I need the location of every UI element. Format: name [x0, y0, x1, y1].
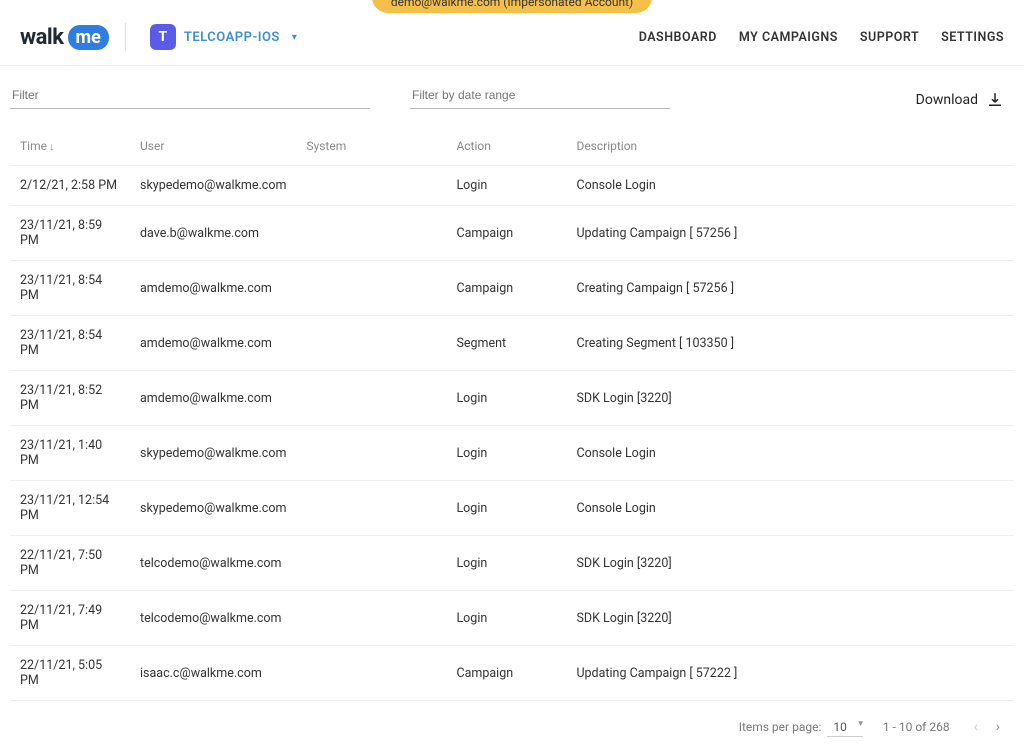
cell-action: Login [446, 166, 566, 206]
cell-time: 23/11/21, 8:54 PM [10, 261, 130, 316]
cell-system [296, 646, 446, 701]
logo-bubble: me [68, 25, 109, 50]
logo[interactable]: walkme [20, 25, 109, 50]
cell-action: Login [446, 481, 566, 536]
cell-time: 23/11/21, 1:40 PM [10, 426, 130, 481]
cell-system [296, 481, 446, 536]
prev-page-button[interactable]: ‹ [970, 715, 982, 739]
cell-action: Login [446, 371, 566, 426]
filter-text-input[interactable] [10, 82, 370, 109]
cell-action: Login [446, 591, 566, 646]
table-row: 23/11/21, 12:54 PMskypedemo@walkme.com Lo… [10, 481, 1014, 536]
cell-time: 22/11/21, 7:49 PM [10, 591, 130, 646]
cell-action: Login [446, 426, 566, 481]
cell-user: skypedemo@walkme.com [130, 166, 296, 206]
cell-action: Campaign [446, 646, 566, 701]
cell-system [296, 166, 446, 206]
table-row: 23/11/21, 8:52 PMamdemo@walkme.com LoginS… [10, 371, 1014, 426]
table-row: 2/12/21, 2:58 PMskypedemo@walkme.com Logi… [10, 166, 1014, 206]
col-action-header[interactable]: Action [446, 127, 566, 166]
cell-user: skypedemo@walkme.com [130, 426, 296, 481]
table-row: 22/11/21, 7:49 PMtelcodemo@walkme.com Log… [10, 591, 1014, 646]
filter-bar: Download [10, 82, 1014, 119]
main-nav: DASHBOARD MY CAMPAIGNS SUPPORT SETTINGS [639, 30, 1004, 45]
nav-my-campaigns[interactable]: MY CAMPAIGNS [739, 30, 838, 45]
cell-action: Campaign [446, 261, 566, 316]
topbar: walkme T TELCOAPP-IOS ▾ DASHBOARD MY CAM… [0, 13, 1024, 66]
cell-time: 23/11/21, 8:59 PM [10, 206, 130, 261]
nav-settings[interactable]: SETTINGS [941, 30, 1004, 45]
nav-dashboard[interactable]: DASHBOARD [639, 30, 717, 45]
cell-user: amdemo@walkme.com [130, 261, 296, 316]
col-user-header[interactable]: User [130, 127, 296, 166]
table-row: 23/11/21, 1:40 PMskypedemo@walkme.com Log… [10, 426, 1014, 481]
download-button[interactable]: Download [916, 91, 1014, 109]
cell-description: SDK Login [3220] [566, 591, 1014, 646]
cell-time: 2/12/21, 2:58 PM [10, 166, 130, 206]
next-page-button[interactable]: › [992, 715, 1004, 739]
app-badge: T [150, 24, 176, 50]
cell-description: SDK Login [3220] [566, 371, 1014, 426]
cell-user: amdemo@walkme.com [130, 371, 296, 426]
cell-action: Segment [446, 316, 566, 371]
cell-system [296, 206, 446, 261]
page-range: 1 - 10 of 268 [883, 720, 950, 734]
cell-time: 22/11/21, 5:05 PM [10, 646, 130, 701]
cell-user: telcodemo@walkme.com [130, 591, 296, 646]
app-name: TELCOAPP-IOS [184, 30, 280, 45]
page-size-label: Items per page: [739, 720, 822, 734]
cell-description: Updating Campaign [ 57222 ] [566, 646, 1014, 701]
nav-support[interactable]: SUPPORT [860, 30, 919, 45]
cell-system [296, 591, 446, 646]
col-system-header[interactable]: System [296, 127, 446, 166]
table-row: 23/11/21, 8:59 PMdave.b@walkme.com Campai… [10, 206, 1014, 261]
cell-time: 23/11/21, 8:54 PM [10, 316, 130, 371]
filter-date-input[interactable] [410, 82, 670, 109]
separator [125, 23, 126, 51]
cell-system [296, 316, 446, 371]
activity-table: Time↓ User System Action Description 2/1… [10, 127, 1014, 701]
cell-user: dave.b@walkme.com [130, 206, 296, 261]
cell-time: 23/11/21, 12:54 PM [10, 481, 130, 536]
table-row: 23/11/21, 8:54 PMamdemo@walkme.com Segmen… [10, 316, 1014, 371]
table-header-row: Time↓ User System Action Description [10, 127, 1014, 166]
cell-user: amdemo@walkme.com [130, 316, 296, 371]
download-icon [986, 91, 1004, 109]
cell-time: 23/11/21, 8:52 PM [10, 371, 130, 426]
cell-description: Creating Segment [ 103350 ] [566, 316, 1014, 371]
page-size-picker[interactable]: Items per page: 10 [739, 718, 863, 737]
table-row: 22/11/21, 5:05 PMisaac.c@walkme.com Campa… [10, 646, 1014, 701]
sort-desc-icon: ↓ [49, 140, 55, 153]
app-picker[interactable]: T TELCOAPP-IOS ▾ [142, 24, 297, 50]
cell-description: Creating Campaign [ 57256 ] [566, 261, 1014, 316]
logo-text: walk [20, 25, 64, 50]
col-description-header[interactable]: Description [566, 127, 1014, 166]
download-label: Download [916, 92, 978, 108]
impersonation-banner: demo@walkme.com (Impersonated Account) [372, 0, 652, 13]
cell-description: Console Login [566, 166, 1014, 206]
table-row: 23/11/21, 8:54 PMamdemo@walkme.com Campai… [10, 261, 1014, 316]
cell-description: Console Login [566, 481, 1014, 536]
paginator: Items per page: 10 1 - 10 of 268 ‹ › [10, 701, 1014, 745]
cell-user: isaac.c@walkme.com [130, 646, 296, 701]
cell-action: Campaign [446, 206, 566, 261]
cell-system [296, 261, 446, 316]
cell-user: skypedemo@walkme.com [130, 481, 296, 536]
page-size-value[interactable]: 10 [827, 718, 863, 737]
cell-system [296, 426, 446, 481]
cell-system [296, 371, 446, 426]
cell-description: Updating Campaign [ 57256 ] [566, 206, 1014, 261]
col-time-header[interactable]: Time↓ [10, 127, 130, 166]
cell-description: Console Login [566, 426, 1014, 481]
chevron-down-icon: ▾ [292, 32, 297, 43]
